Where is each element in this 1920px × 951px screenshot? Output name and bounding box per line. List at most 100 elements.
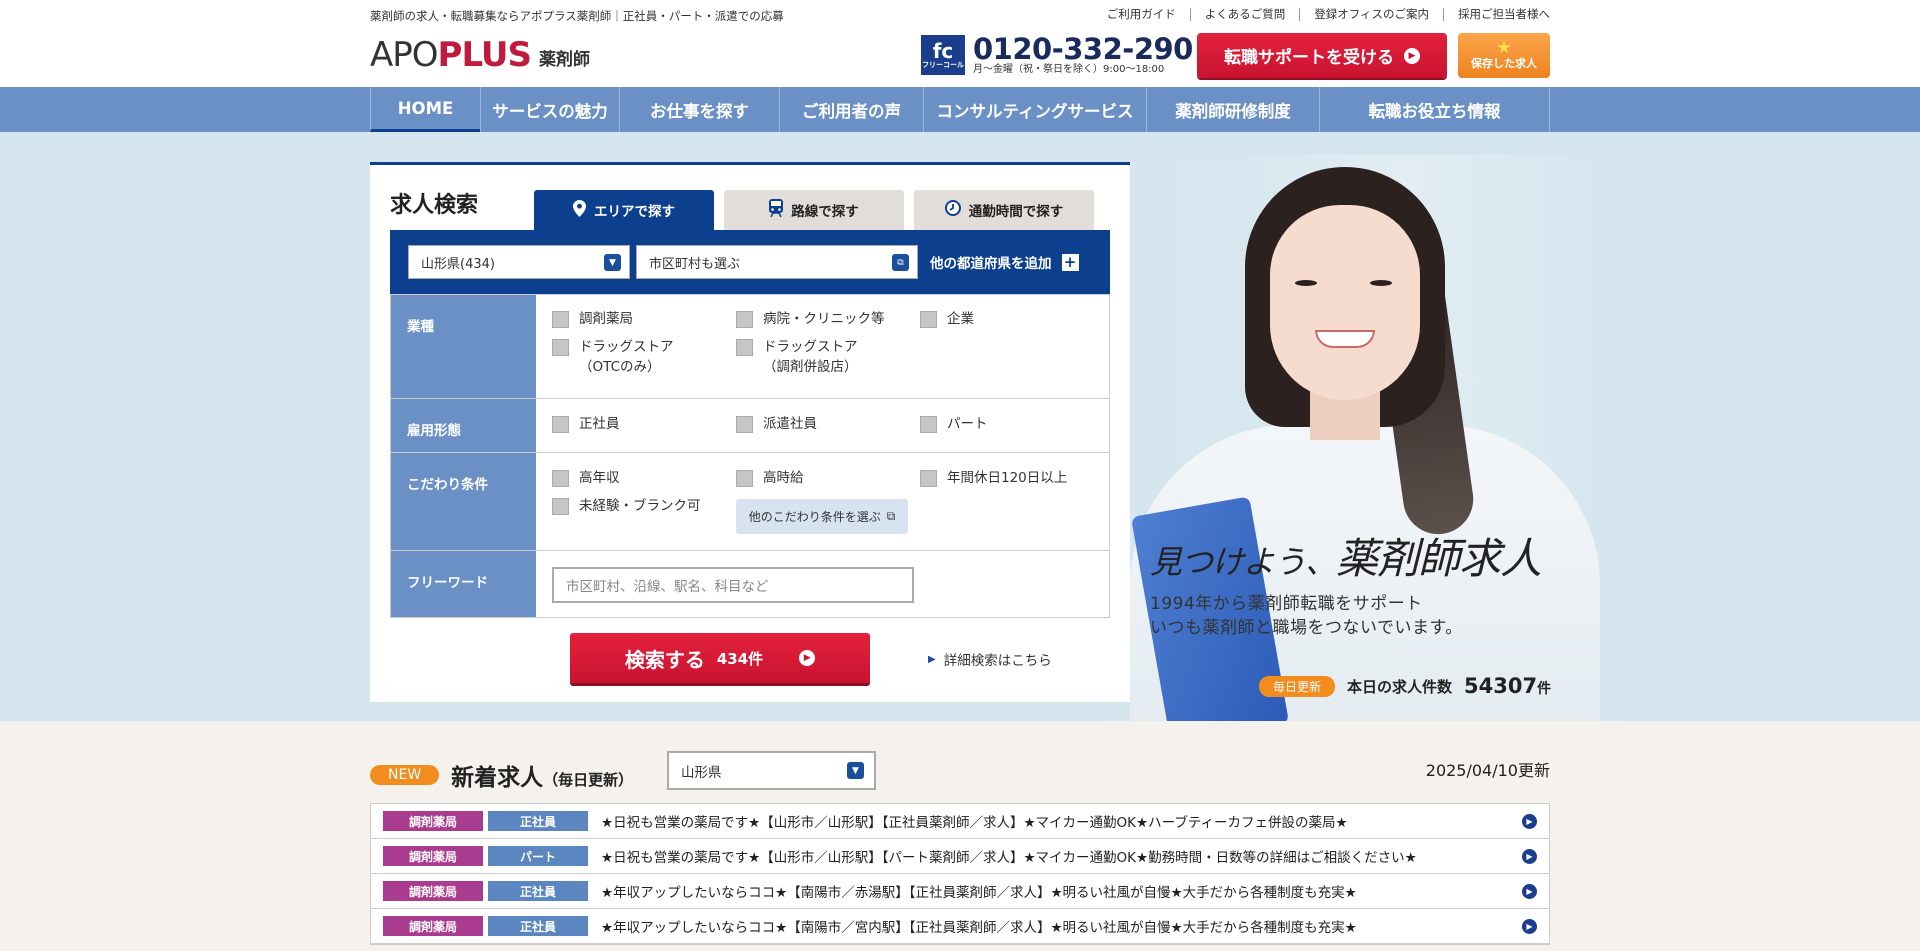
external-window-icon: ⧉ (892, 254, 909, 271)
offices-link[interactable]: 登録オフィスのご案内 (1300, 8, 1444, 21)
job-count-label: 本日の求人件数 (1347, 677, 1453, 696)
job-title: ★日祝も営業の薬局です★【山形市／山形駅】【正社員薬剤師／求人】★マイカー通勤O… (601, 815, 1348, 831)
freeword-row: フリーワード 市区町村、沿線、駅名、科目など (390, 551, 1110, 618)
arrow-right-icon: ▶ (1522, 814, 1537, 829)
freeword-label: フリーワード (391, 551, 536, 617)
train-icon (769, 199, 784, 221)
star-icon: ★ (1496, 38, 1512, 58)
preference-row: こだわり条件 高年収 高時給 年間休日120日以上 未経験・ブランク可 他のこだ… (390, 453, 1110, 551)
job-title: ★日祝も営業の薬局です★【山形市／山形駅】【パート薬剤師／求人】★マイカー通勤O… (601, 850, 1417, 866)
employment-label: 雇用形態 (391, 399, 536, 452)
guide-link[interactable]: ご利用ガイド (1093, 8, 1191, 21)
plus-icon: + (1061, 253, 1079, 271)
detailed-search-link[interactable]: ▶ 詳細検索はこちら (928, 649, 1052, 669)
new-jobs-header: NEW 新着求人（毎日更新） (370, 758, 633, 792)
freecall-icon: fc フリーコール (921, 35, 965, 75)
arrow-right-icon: ▶ (1522, 919, 1537, 934)
more-conditions-button[interactable]: 他のこだわり条件を選ぶ ⧉ (736, 499, 908, 534)
job-count-value: 54307件 (1464, 674, 1552, 698)
arrow-right-icon: ▶ (1522, 884, 1537, 899)
nav-home[interactable]: HOME (370, 87, 480, 132)
nav-service[interactable]: サービスの魅力 (480, 87, 619, 132)
search-result-count: 434件 (716, 649, 764, 668)
chevron-down-icon: ▼ (847, 762, 864, 779)
tab-commute[interactable]: 通勤時間で探す (914, 190, 1094, 230)
site-logo[interactable]: APOPLUS 薬剤師 (370, 38, 590, 72)
industry-tag: 調剤薬局 (383, 811, 483, 831)
arrow-right-icon: ▶ (1522, 849, 1537, 864)
logo-subtitle: 薬剤師 (539, 50, 590, 70)
industry-drugstore-otc-checkbox[interactable]: ドラッグストア （OTCのみ） (552, 337, 674, 377)
job-title: ★年収アップしたいならココ★【南陽市／赤湯駅】【正社員薬剤師／求人】★明るい社風… (601, 885, 1357, 901)
site-tagline: 薬剤師の求人・転職募集ならアポプラス薬剤師｜正社員・パート・派遣での応募 (370, 9, 784, 23)
city-select[interactable]: 市区町村も選ぶ ⧉ (636, 245, 918, 279)
clock-icon (944, 200, 961, 220)
phone-number[interactable]: 0120-332-290 (973, 34, 1193, 64)
new-jobs-title: 新着求人（毎日更新） (451, 765, 634, 791)
updated-date: 2025/04/10更新 (1425, 761, 1550, 780)
chevron-down-icon: ▼ (604, 254, 621, 271)
pref-holidays-checkbox[interactable]: 年間休日120日以上 (920, 468, 1067, 488)
arrow-right-icon: ▶ (1404, 47, 1420, 64)
employment-row: 雇用形態 正社員 派遣社員 パート (390, 399, 1110, 453)
pref-high-income-checkbox[interactable]: 高年収 (552, 468, 620, 488)
add-prefecture-button[interactable]: 他の都道府県を追加 + (930, 252, 1079, 272)
employment-fulltime-checkbox[interactable]: 正社員 (552, 414, 620, 434)
employment-tag: 正社員 (488, 881, 588, 901)
external-window-icon: ⧉ (886, 509, 896, 523)
utility-links: ご利用ガイド よくあるご質問 登録オフィスのご案内 採用ご担当者様へ (1093, 8, 1550, 21)
freeword-input[interactable]: 市区町村、沿線、駅名、科目など (552, 567, 914, 603)
tab-area[interactable]: エリアで探す (534, 190, 714, 230)
pref-high-hourly-checkbox[interactable]: 高時給 (736, 468, 804, 488)
industry-tag: 調剤薬局 (383, 846, 483, 866)
nav-testimonials[interactable]: ご利用者の声 (779, 87, 923, 132)
nav-consulting[interactable]: コンサルティングサービス (923, 87, 1146, 132)
nav-find-jobs[interactable]: お仕事を探す (619, 87, 779, 132)
logo-wordmark: APOPLUS (370, 35, 532, 75)
triangle-right-icon: ▶ (928, 653, 936, 665)
tab-line[interactable]: 路線で探す (724, 190, 904, 230)
faq-link[interactable]: よくあるご質問 (1191, 8, 1301, 21)
area-select-bar: 山形県(434) ▼ 市区町村も選ぶ ⧉ 他の都道府県を追加 + (390, 230, 1110, 294)
industry-label: 業種 (391, 295, 536, 398)
employment-parttime-checkbox[interactable]: パート (920, 414, 988, 434)
employers-link[interactable]: 採用ご担当者様へ (1444, 8, 1550, 21)
main-nav: HOME サービスの魅力 お仕事を探す ご利用者の声 コンサルティングサービス … (0, 87, 1920, 132)
industry-tag: 調剤薬局 (383, 916, 483, 936)
hero-line-1: 1994年から薬剤師転職をサポート (1150, 594, 1423, 614)
new-jobs-region-select[interactable]: 山形県 ▼ (667, 751, 876, 790)
job-search-panel: 求人検索 エリアで探す 路線で探す 通勤時間で探す 山形県(434) ▼ 市区町… (370, 162, 1130, 702)
new-jobs-list: 調剤薬局 正社員 ★日祝も営業の薬局です★【山形市／山形駅】【正社員薬剤師／求人… (370, 803, 1550, 945)
pref-inexperienced-checkbox[interactable]: 未経験・ブランク可 (552, 496, 701, 516)
search-title: 求人検索 (390, 193, 479, 218)
industry-drugstore-dispensing-checkbox[interactable]: ドラッグストア （調剤併設店） (736, 337, 858, 377)
prefecture-select[interactable]: 山形県(434) ▼ (408, 245, 630, 279)
saved-jobs-button[interactable]: ★ 保存した求人 (1458, 33, 1550, 78)
nav-career-info[interactable]: 転職お役立ち情報 (1319, 87, 1550, 132)
employment-tag: パート (488, 846, 588, 866)
employment-dispatch-checkbox[interactable]: 派遣社員 (736, 414, 817, 434)
hero-copy: 見つけよう、薬剤師求人 1994年から薬剤師転職をサポート いつも薬剤師と職場を… (1150, 525, 1542, 640)
industry-company-checkbox[interactable]: 企業 (920, 309, 974, 329)
industry-hospital-checkbox[interactable]: 病院・クリニック等 (736, 309, 885, 329)
hero-line-2: いつも薬剤師と職場をつないでいます。 (1150, 618, 1463, 638)
job-title: ★年収アップしたいならココ★【南陽市／宮内駅】【正社員薬剤師／求人】★明るい社風… (601, 920, 1357, 936)
employment-tag: 正社員 (488, 811, 588, 831)
list-item[interactable]: 調剤薬局 正社員 ★日祝も営業の薬局です★【山形市／山形駅】【正社員薬剤師／求人… (371, 804, 1549, 839)
daily-update-badge: 毎日更新 (1259, 675, 1336, 697)
freecall-block: fc フリーコール 0120-332-290 月〜金曜（祝・祭日を除く）9:00〜… (921, 34, 1193, 76)
list-item[interactable]: 調剤薬局 正社員 ★年収アップしたいならココ★【南陽市／赤湯駅】【正社員薬剤師／… (371, 874, 1549, 909)
new-badge: NEW (370, 765, 440, 785)
phone-hours: 月〜金曜（祝・祭日を除く）9:00〜18:00 (973, 64, 1165, 75)
industry-row: 業種 調剤薬局 病院・クリニック等 企業 ドラッグストア （OTCのみ） ドラッ… (390, 294, 1110, 399)
career-support-button[interactable]: 転職サポートを受ける ▶ (1197, 33, 1447, 78)
hero-title: 見つけよう、薬剤師求人 (1150, 534, 1542, 583)
nav-training[interactable]: 薬剤師研修制度 (1146, 87, 1319, 132)
preference-label: こだわり条件 (391, 453, 536, 550)
industry-pharmacy-checkbox[interactable]: 調剤薬局 (552, 309, 633, 329)
search-button[interactable]: 検索する 434件 ▶ (570, 633, 870, 683)
list-item[interactable]: 調剤薬局 パート ★日祝も営業の薬局です★【山形市／山形駅】【パート薬剤師／求人… (371, 839, 1549, 874)
list-item[interactable]: 調剤薬局 正社員 ★年収アップしたいならココ★【南陽市／宮内駅】【正社員薬剤師／… (371, 909, 1549, 944)
job-count-block: 毎日更新 本日の求人件数 54307件 (1259, 674, 1551, 698)
map-pin-icon (573, 199, 586, 221)
